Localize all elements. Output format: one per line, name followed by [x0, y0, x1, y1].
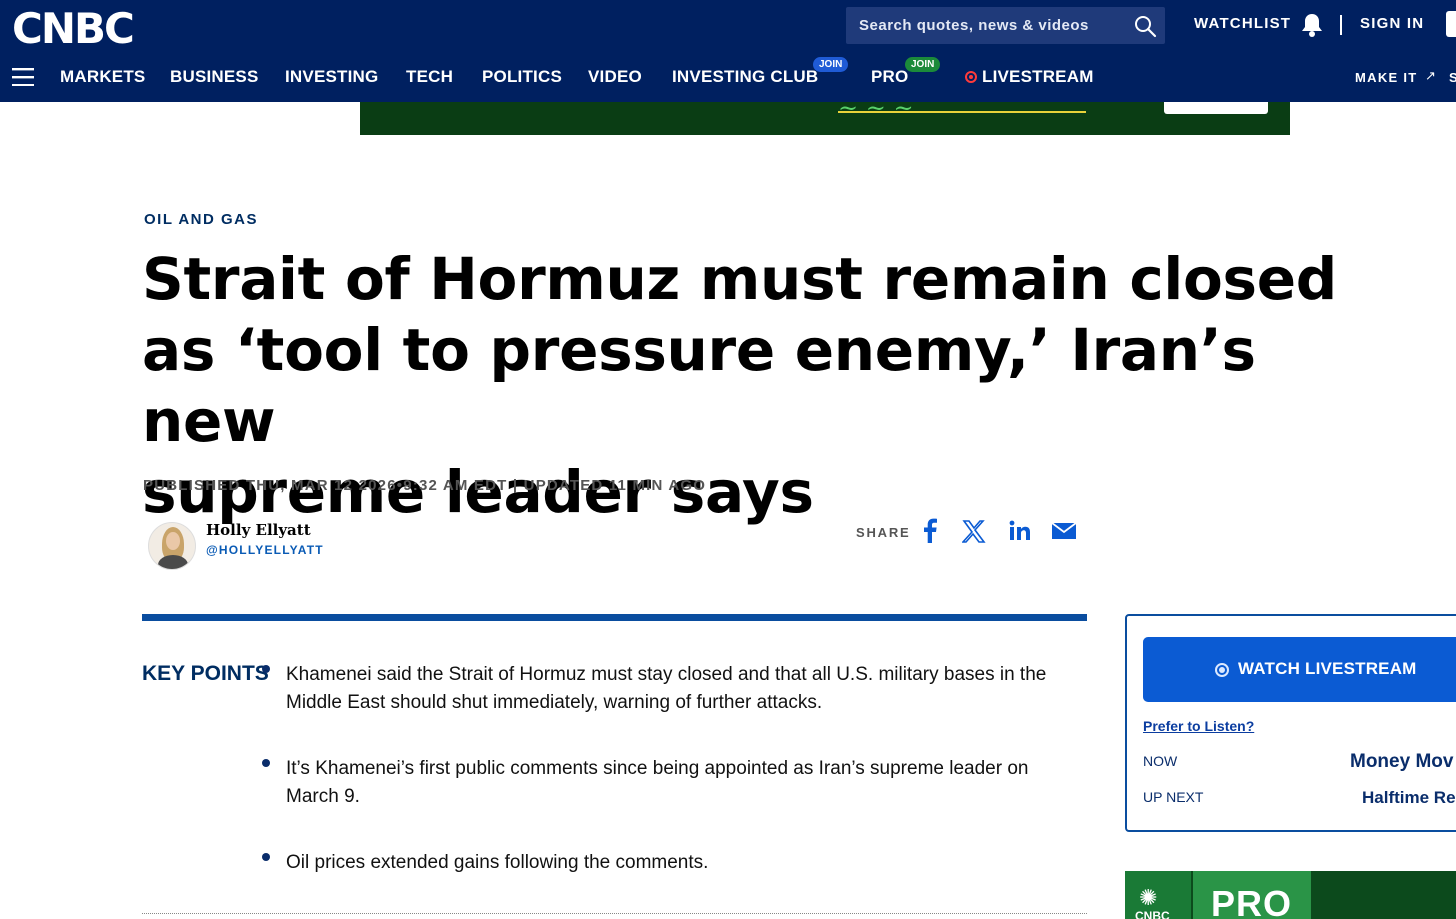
key-point-text: Oil prices extended gains following the … — [286, 852, 709, 873]
search-input[interactable]: Search quotes, news & videos — [846, 7, 1165, 44]
pro-wordmark-text: PRO — [1211, 883, 1293, 919]
share-label: SHARE — [856, 525, 911, 540]
cnbc-peacock-logo: ✺ CNBC — [1125, 871, 1191, 919]
nav-item-business[interactable]: BUSINESS — [170, 67, 259, 87]
pro-wordmark: PRO — [1193, 871, 1311, 919]
nav-item-livestream[interactable]: LIVESTREAM — [982, 67, 1094, 87]
article-dateline: PUBLISHED THU, MAR 12 2026•9:32 AM EDT |… — [143, 477, 707, 494]
ad-cta-button[interactable] — [1164, 102, 1268, 114]
linkedin-icon[interactable] — [1008, 518, 1032, 549]
now-label: NOW — [1143, 753, 1178, 769]
header-divider — [1340, 15, 1342, 35]
sign-in-link[interactable]: SIGN IN — [1360, 15, 1424, 32]
headline-line: as ‘tool to pressure enemy,’ Iran’s new — [142, 316, 1256, 455]
up-next-show-title[interactable]: Halftime Re — [1362, 788, 1456, 808]
pro-join-badge[interactable]: JOIN — [905, 57, 941, 72]
advertisement-banner[interactable]: ~ ~ ~ — [360, 102, 1290, 135]
x-icon[interactable] — [961, 518, 986, 549]
bullet-icon — [262, 665, 270, 673]
nav-item-politics[interactable]: POLITICS — [482, 67, 562, 87]
nav-item-pro[interactable]: PRO — [871, 67, 908, 87]
key-points-top-rule — [142, 614, 1087, 621]
nav-item-investing-club[interactable]: INVESTING CLUB — [672, 67, 818, 87]
up-next-label: UP NEXT — [1143, 789, 1204, 805]
nav-item-investing[interactable]: INVESTING — [285, 67, 378, 87]
header-overflow-control[interactable] — [1446, 11, 1456, 37]
author-avatar[interactable] — [148, 522, 196, 570]
search-placeholder: Search quotes, news & videos — [859, 17, 1089, 34]
avatar-face — [166, 532, 180, 550]
key-point-text: It’s Khamenei’s first public comments si… — [286, 758, 1029, 807]
author-name[interactable]: Holly Ellyatt — [206, 521, 311, 539]
now-show-title[interactable]: Money Mov — [1350, 751, 1453, 773]
watch-livestream-button[interactable]: WATCH LIVESTREAM — [1143, 637, 1456, 702]
article-section-label[interactable]: OIL AND GAS — [144, 211, 258, 228]
search-icon[interactable] — [1125, 14, 1165, 38]
live-broadcast-icon — [1215, 663, 1229, 677]
bullet-icon — [262, 759, 270, 767]
peacock-icon: ✺ — [1139, 885, 1158, 910]
author-handle[interactable]: @HOLLYELLYATT — [206, 543, 324, 557]
nav-item-tech[interactable]: TECH — [406, 67, 453, 87]
nav-item-markets[interactable]: MARKETS — [60, 67, 145, 87]
key-point-text: Khamenei said the Strait of Hormuz must … — [286, 664, 1047, 713]
bullet-icon — [262, 853, 270, 861]
nav-overflow-item[interactable]: S — [1449, 70, 1456, 85]
hamburger-menu-icon[interactable] — [12, 68, 34, 91]
facebook-icon[interactable] — [921, 518, 939, 549]
watch-livestream-label: WATCH LIVESTREAM — [1238, 659, 1417, 678]
live-indicator-icon — [965, 71, 977, 83]
ad-underline — [838, 111, 1086, 113]
prefer-to-listen-link[interactable]: Prefer to Listen? — [1143, 718, 1254, 734]
key-points-title: KEY POINTS — [142, 662, 269, 685]
avatar-body — [158, 555, 188, 569]
nav-item-video[interactable]: VIDEO — [588, 67, 642, 87]
cnbc-logo[interactable]: CNBC — [12, 4, 135, 53]
cnbc-pro-promo[interactable]: ✺ CNBC PRO — [1125, 871, 1456, 919]
email-icon[interactable] — [1051, 518, 1077, 549]
key-point: Oil prices extended gains following the … — [262, 849, 1052, 877]
top-navigation-bar: CNBC Search quotes, news & videos WATCHL… — [0, 0, 1456, 102]
key-points-bottom-divider — [142, 913, 1087, 914]
make-it-link[interactable]: MAKE IT — [1355, 70, 1418, 85]
key-points-list: Khamenei said the Strait of Hormuz must … — [262, 661, 1052, 915]
key-point: Khamenei said the Strait of Hormuz must … — [262, 661, 1052, 717]
bell-icon[interactable] — [1299, 12, 1325, 43]
promo-brand-text: CNBC — [1135, 909, 1170, 919]
watchlist-link[interactable]: WATCHLIST — [1194, 15, 1291, 32]
external-arrow-icon: ↗ — [1425, 68, 1436, 83]
key-point: It’s Khamenei’s first public comments si… — [262, 755, 1052, 811]
investing-club-join-badge[interactable]: JOIN — [813, 57, 849, 72]
headline-line: Strait of Hormuz must remain closed — [142, 245, 1338, 313]
